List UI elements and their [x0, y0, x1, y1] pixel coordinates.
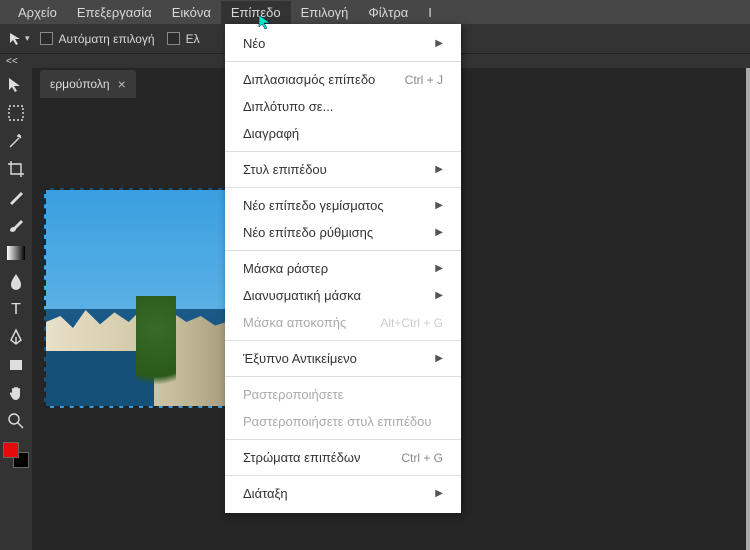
menu-separator — [225, 376, 461, 377]
menu-separator — [225, 250, 461, 251]
submenu-arrow-icon: ▶ — [435, 38, 443, 49]
auto-select-label: Αυτόματη επιλογή — [59, 32, 155, 46]
menu-item-label: Έξυπνο Αντικείμενο — [243, 351, 357, 366]
menu-file[interactable]: Αρχείο — [8, 1, 67, 24]
menu-item-label: Στρώματα επιπέδων — [243, 450, 360, 465]
menu-item: Ραστεροποιήσετε στυλ επιπέδου — [225, 408, 461, 435]
menu-item: Μάσκα αποκοπής Alt+Ctrl + G — [225, 309, 461, 336]
menu-image[interactable]: Εικόνα — [162, 1, 221, 24]
menu-item[interactable]: Νέο επίπεδο ρύθμισης ▶ — [225, 219, 461, 246]
wand-tool[interactable] — [2, 128, 30, 154]
menu-filters[interactable]: Φίλτρα — [358, 1, 418, 24]
zoom-tool[interactable] — [2, 408, 30, 434]
menu-item-label: Διαγραφή — [243, 126, 299, 141]
checkbox-icon — [40, 32, 53, 45]
move-tool[interactable] — [2, 72, 30, 98]
menu-item[interactable]: Διαγραφή — [225, 120, 461, 147]
menu-separator — [225, 61, 461, 62]
submenu-arrow-icon: ▶ — [435, 488, 443, 499]
menu-item-label: Μάσκα αποκοπής — [243, 315, 346, 330]
submenu-arrow-icon: ▶ — [435, 353, 443, 364]
menu-separator — [225, 475, 461, 476]
tools-panel: T — [0, 68, 32, 550]
menu-item[interactable]: Στυλ επιπέδου ▶ — [225, 156, 461, 183]
menu-layer[interactable]: Επίπεδο — [221, 1, 291, 24]
menu-item[interactable]: Μάσκα ράστερ ▶ — [225, 255, 461, 282]
menu-separator — [225, 151, 461, 152]
menu-more[interactable]: Ι — [418, 1, 442, 24]
document-tab-title: ερμούπολη — [50, 77, 110, 91]
menu-select[interactable]: Επιλογή — [291, 1, 359, 24]
menu-edit[interactable]: Επεξεργασία — [67, 1, 162, 24]
eyedropper-tool[interactable] — [2, 184, 30, 210]
marquee-tool[interactable] — [2, 100, 30, 126]
auto-select-checkbox[interactable]: Αυτόματη επιλογή — [40, 32, 155, 46]
menu-item[interactable]: Διανυσματική μάσκα ▶ — [225, 282, 461, 309]
canvas-image-content — [136, 296, 176, 406]
menu-item-label: Διπλασιασμός επίπεδο — [243, 72, 375, 87]
submenu-arrow-icon: ▶ — [435, 227, 443, 238]
panel-edge[interactable] — [746, 68, 750, 550]
color-swatches[interactable] — [3, 442, 29, 468]
submenu-arrow-icon: ▶ — [435, 263, 443, 274]
menu-item-label: Διπλότυπο σε... — [243, 99, 333, 114]
close-icon[interactable]: × — [118, 76, 126, 92]
menu-item[interactable]: Στρώματα επιπέδων Ctrl + G — [225, 444, 461, 471]
shape-tool[interactable] — [2, 352, 30, 378]
menu-item: Ραστεροποιήσετε — [225, 381, 461, 408]
menu-shortcut: Ctrl + J — [405, 73, 443, 87]
svg-text:T: T — [11, 301, 21, 318]
menu-item-label: Νέο επίπεδο ρύθμισης — [243, 225, 373, 240]
brush-tool[interactable] — [2, 212, 30, 238]
menu-item[interactable]: Νέο ▶ — [225, 30, 461, 57]
submenu-arrow-icon: ▶ — [435, 290, 443, 301]
menu-item-label: Ραστεροποιήσετε στυλ επιπέδου — [243, 414, 431, 429]
blur-tool[interactable] — [2, 268, 30, 294]
menu-separator — [225, 340, 461, 341]
el-checkbox[interactable]: Ελ — [167, 32, 200, 46]
menu-item-label: Νέο — [243, 36, 265, 51]
document-canvas[interactable] — [44, 188, 228, 408]
menu-item-label: Νέο επίπεδο γεμίσματος — [243, 198, 384, 213]
menu-shortcut: Ctrl + G — [401, 451, 443, 465]
menu-item-label: Μάσκα ράστερ — [243, 261, 328, 276]
menu-shortcut: Alt+Ctrl + G — [380, 316, 443, 330]
menu-separator — [225, 187, 461, 188]
document-tab[interactable]: ερμούπολη × — [40, 70, 136, 98]
el-label: Ελ — [186, 32, 200, 46]
layer-menu-dropdown: Νέο ▶ Διπλασιασμός επίπεδο Ctrl + J Διπλότυπ… — [225, 24, 461, 513]
menu-item[interactable]: Διπλασιασμός επίπεδο Ctrl + J — [225, 66, 461, 93]
menu-item-label: Στυλ επιπέδου — [243, 162, 327, 177]
menu-item[interactable]: Διάταξη ▶ — [225, 480, 461, 507]
submenu-arrow-icon: ▶ — [435, 164, 443, 175]
pen-tool[interactable] — [2, 324, 30, 350]
menu-separator — [225, 439, 461, 440]
active-tool-indicator: ▾ — [8, 31, 30, 47]
menu-item-label: Διανυσματική μάσκα — [243, 288, 361, 303]
menu-item-label: Διάταξη — [243, 486, 288, 501]
crop-tool[interactable] — [2, 156, 30, 182]
type-tool[interactable]: T — [2, 296, 30, 322]
gradient-tool[interactable] — [2, 240, 30, 266]
menu-item[interactable]: Διπλότυπο σε... — [225, 93, 461, 120]
foreground-swatch[interactable] — [3, 442, 19, 458]
hand-tool[interactable] — [2, 380, 30, 406]
menubar: Αρχείο Επεξεργασία Εικόνα Επίπεδο Επιλογ… — [0, 0, 750, 24]
submenu-arrow-icon: ▶ — [435, 200, 443, 211]
menu-item-label: Ραστεροποιήσετε — [243, 387, 343, 402]
checkbox-icon — [167, 32, 180, 45]
menu-item[interactable]: Νέο επίπεδο γεμίσματος ▶ — [225, 192, 461, 219]
menu-item[interactable]: Έξυπνο Αντικείμενο ▶ — [225, 345, 461, 372]
